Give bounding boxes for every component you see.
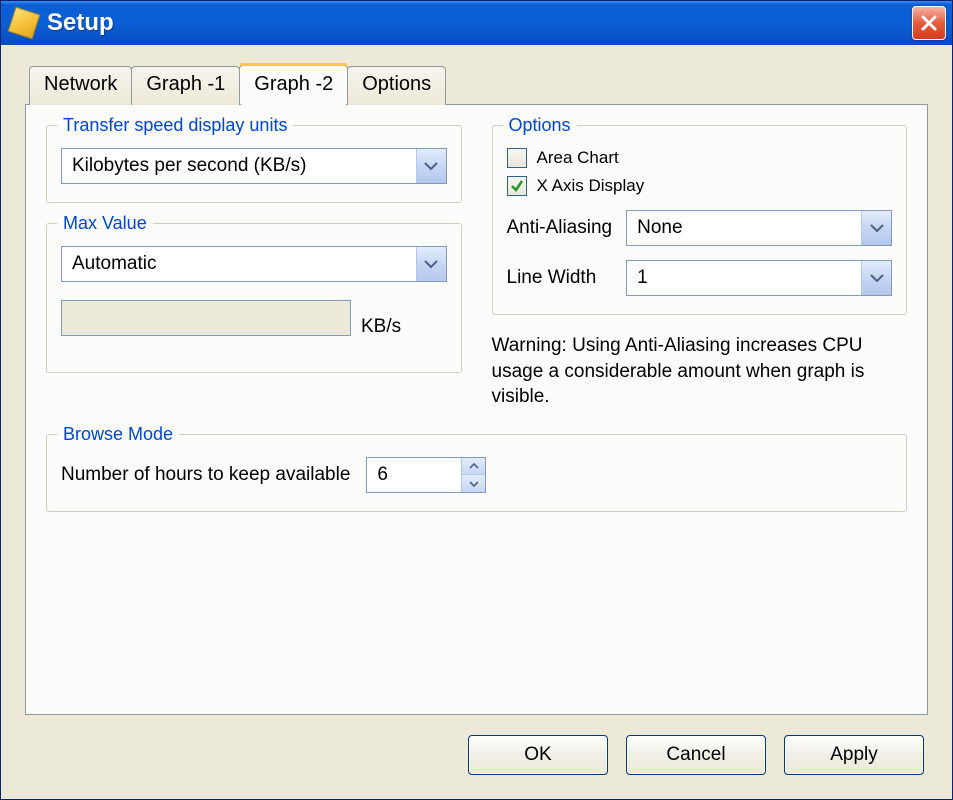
titlebar[interactable]: Setup [1,1,952,45]
group-max-value: Max Value Automatic KB/s [46,223,462,373]
tab-graph-1[interactable]: Graph -1 [131,66,240,105]
tab-graph-2[interactable]: Graph -2 [239,65,348,104]
app-icon [8,7,41,40]
ok-button[interactable]: OK [468,735,608,775]
apply-button[interactable]: Apply [784,735,924,775]
cancel-button[interactable]: Cancel [626,735,766,775]
checkbox-area-chart[interactable]: Area Chart [507,148,893,168]
area-chart-label: Area Chart [537,148,619,168]
checkbox-x-axis-display[interactable]: X Axis Display [507,176,893,196]
transfer-speed-value: Kilobytes per second (KB/s) [62,149,416,183]
group-transfer-speed: Transfer speed display units Kilobytes p… [46,125,462,203]
spinner-up-button[interactable] [461,458,485,476]
browse-hours-spinner[interactable]: 6 [366,457,486,493]
max-value-custom-value [62,301,350,335]
chevron-down-icon [870,273,884,283]
x-axis-display-label: X Axis Display [537,176,645,196]
chevron-down-icon [424,161,438,171]
group-max-value-legend: Max Value [57,213,153,234]
chevron-up-icon [469,463,479,469]
anti-aliasing-warning: Warning: Using Anti-Aliasing increases C… [492,333,908,410]
group-options-legend: Options [503,115,577,136]
group-transfer-speed-legend: Transfer speed display units [57,115,293,136]
setup-dialog: Setup Network Graph -1 Graph -2 Options … [0,0,953,800]
anti-aliasing-value: None [627,211,861,245]
group-browse-mode: Browse Mode Number of hours to keep avai… [46,434,907,512]
group-browse-mode-legend: Browse Mode [57,424,179,445]
max-value-mode-combo[interactable]: Automatic [61,246,447,282]
max-value-custom-input [61,300,351,336]
browse-hours-label: Number of hours to keep available [61,464,350,486]
area-chart-check[interactable] [507,148,527,168]
chevron-down-icon [870,223,884,233]
checkmark-icon [509,178,525,194]
window-title: Setup [47,9,912,37]
line-width-dropdown-button[interactable] [861,261,891,295]
spinner-buttons [461,458,485,492]
dialog-button-bar: OK Cancel Apply [1,715,952,799]
tab-strip: Network Graph -1 Graph -2 Options [25,65,928,104]
tab-options[interactable]: Options [347,66,446,105]
anti-aliasing-dropdown-button[interactable] [861,211,891,245]
close-icon [919,13,939,33]
transfer-speed-combo[interactable]: Kilobytes per second (KB/s) [61,148,447,184]
x-axis-display-check[interactable] [507,176,527,196]
chevron-down-icon [424,259,438,269]
anti-aliasing-combo[interactable]: None [626,210,892,246]
line-width-combo[interactable]: 1 [626,260,892,296]
client-area: Network Graph -1 Graph -2 Options Transf… [1,45,952,715]
max-value-mode: Automatic [62,247,416,281]
tab-network[interactable]: Network [29,66,132,105]
browse-hours-value[interactable]: 6 [367,458,461,492]
chevron-down-icon [469,481,479,487]
transfer-speed-dropdown-button[interactable] [416,149,446,183]
max-value-unit: KB/s [361,316,401,338]
tab-panel-graph-2: Transfer speed display units Kilobytes p… [25,104,928,715]
spinner-down-button[interactable] [461,475,485,492]
close-button[interactable] [912,6,946,40]
line-width-value: 1 [627,261,861,295]
group-options: Options Area Chart X Axis Display [492,125,908,315]
max-value-mode-dropdown-button[interactable] [416,247,446,281]
line-width-label: Line Width [507,267,613,289]
anti-aliasing-label: Anti-Aliasing [507,217,613,239]
